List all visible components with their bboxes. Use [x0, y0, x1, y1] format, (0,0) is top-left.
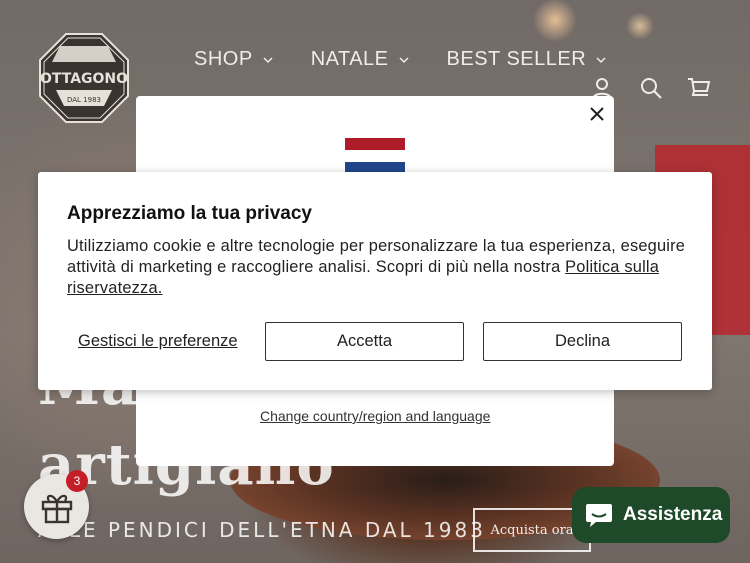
- main-nav: SHOP NATALE BEST SELLER: [194, 48, 644, 71]
- flag-stripe-red: [345, 138, 405, 150]
- chat-assistance-button[interactable]: Assistenza: [572, 487, 730, 543]
- chat-bubble-icon: [586, 504, 612, 527]
- logo-text: OTTAGONO: [40, 71, 128, 87]
- nav-item-best-seller[interactable]: BEST SELLER: [447, 48, 607, 71]
- logo-subtext: DAL 1983: [67, 96, 101, 104]
- flag-stripe-white: [345, 150, 405, 162]
- nav-item-shop[interactable]: SHOP: [194, 48, 273, 71]
- chevron-down-icon: [399, 56, 409, 63]
- ottagono-logo[interactable]: OTTAGONO DAL 1983: [38, 32, 130, 124]
- hero-subtitle: ALLE PENDICI DELL'ETNA DAL 1983: [38, 518, 486, 542]
- nav-item-natale[interactable]: NATALE: [311, 48, 409, 71]
- privacy-banner: Apprezziamo la tua privacy Utilizziamo c…: [38, 172, 712, 390]
- chevron-down-icon: [263, 56, 273, 63]
- chat-label: Assistenza: [623, 504, 723, 525]
- nav-item-label: NATALE: [310, 48, 389, 70]
- decline-button[interactable]: Declina: [483, 322, 682, 361]
- change-country-link[interactable]: Change country/region and language: [260, 408, 492, 424]
- accept-button[interactable]: Accetta: [265, 322, 464, 361]
- gift-icon: [41, 494, 72, 523]
- search-icon[interactable]: [639, 76, 663, 100]
- close-icon[interactable]: [587, 104, 607, 124]
- cart-icon[interactable]: [687, 76, 711, 100]
- chevron-down-icon: [596, 56, 606, 63]
- flag-stripe-blue: [345, 162, 405, 172]
- privacy-text: Utilizziamo cookie e altre tecnologie pe…: [67, 236, 697, 299]
- privacy-title: Apprezziamo la tua privacy: [67, 203, 312, 224]
- nav-item-label: SHOP: [194, 48, 253, 70]
- nav-item-label: BEST SELLER: [446, 48, 587, 70]
- gift-badge-count: 3: [66, 470, 88, 492]
- manage-preferences-link[interactable]: Gestisci le preferenze: [78, 332, 238, 351]
- netherlands-flag-icon: [345, 138, 405, 172]
